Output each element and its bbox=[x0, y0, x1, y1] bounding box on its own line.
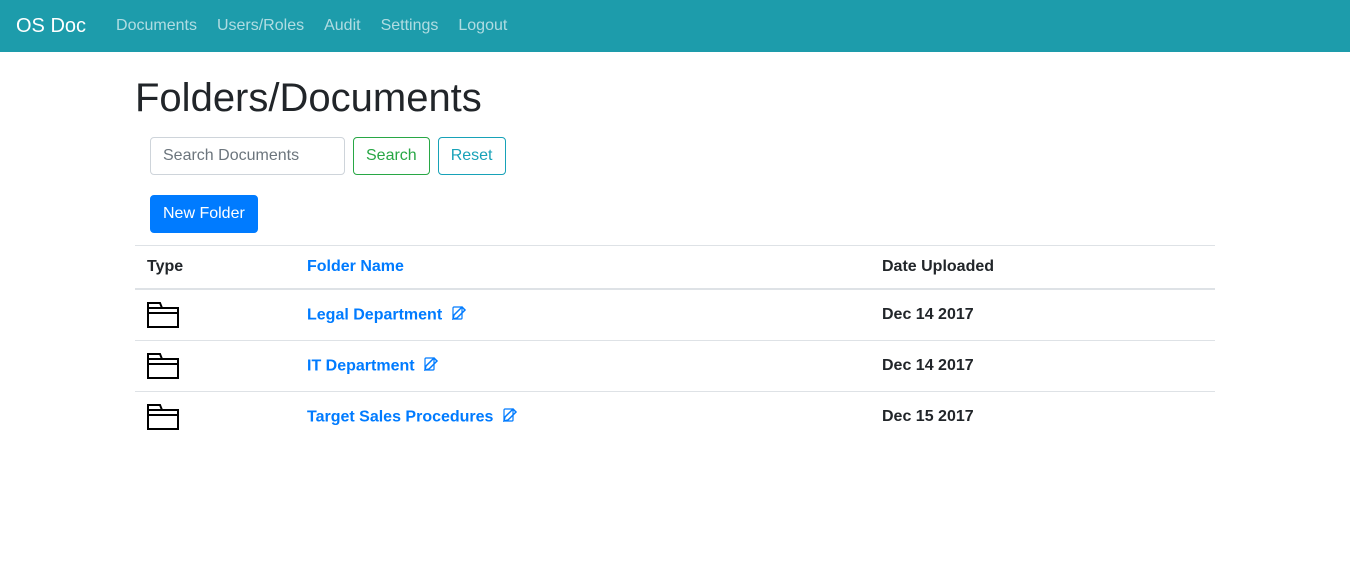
folder-icon bbox=[147, 302, 283, 328]
cell-date: Dec 15 2017 bbox=[870, 392, 1215, 443]
nav-users-roles[interactable]: Users/Roles bbox=[217, 17, 304, 34]
edit-icon[interactable] bbox=[451, 305, 467, 326]
edit-icon[interactable] bbox=[502, 407, 518, 428]
app-brand[interactable]: OS Doc bbox=[16, 15, 86, 38]
nav-audit[interactable]: Audit bbox=[324, 17, 360, 34]
folder-link[interactable]: Legal Department bbox=[307, 306, 442, 323]
table-row: IT Department Dec 14 2017 bbox=[135, 341, 1215, 392]
documents-table: Type Folder Name Date Uploaded bbox=[135, 245, 1215, 442]
cell-date: Dec 14 2017 bbox=[870, 289, 1215, 341]
new-folder-button[interactable]: New Folder bbox=[150, 195, 258, 233]
folder-icon bbox=[147, 353, 283, 379]
new-folder-wrap: New Folder bbox=[150, 195, 1215, 233]
nav-list: Documents Users/Roles Audit Settings Log… bbox=[106, 9, 517, 43]
edit-icon[interactable] bbox=[423, 356, 439, 377]
cell-date: Dec 14 2017 bbox=[870, 341, 1215, 392]
search-button[interactable]: Search bbox=[353, 137, 430, 175]
table-header-row: Type Folder Name Date Uploaded bbox=[135, 246, 1215, 290]
search-input[interactable] bbox=[150, 137, 345, 175]
cell-type bbox=[135, 341, 295, 392]
header-date-uploaded: Date Uploaded bbox=[870, 246, 1215, 290]
search-row: Search Reset bbox=[150, 137, 1215, 175]
nav-logout[interactable]: Logout bbox=[458, 17, 507, 34]
cell-folder-name: IT Department bbox=[295, 341, 870, 392]
folder-link[interactable]: Target Sales Procedures bbox=[307, 408, 493, 425]
cell-type bbox=[135, 289, 295, 341]
top-navbar: OS Doc Documents Users/Roles Audit Setti… bbox=[0, 0, 1350, 52]
header-type: Type bbox=[135, 246, 295, 290]
page-title: Folders/Documents bbox=[135, 76, 1215, 121]
cell-type bbox=[135, 392, 295, 443]
cell-folder-name: Target Sales Procedures bbox=[295, 392, 870, 443]
cell-folder-name: Legal Department bbox=[295, 289, 870, 341]
sort-folder-name[interactable]: Folder Name bbox=[307, 258, 404, 275]
main-container: Folders/Documents Search Reset New Folde… bbox=[120, 76, 1230, 442]
header-folder-name[interactable]: Folder Name bbox=[295, 246, 870, 290]
folder-link[interactable]: IT Department bbox=[307, 357, 415, 374]
folder-icon bbox=[147, 404, 283, 430]
reset-button[interactable]: Reset bbox=[438, 137, 506, 175]
table-row: Legal Department Dec 14 2017 bbox=[135, 289, 1215, 341]
nav-documents[interactable]: Documents bbox=[116, 17, 197, 34]
nav-settings[interactable]: Settings bbox=[381, 17, 439, 34]
table-row: Target Sales Procedures Dec 15 2017 bbox=[135, 392, 1215, 443]
